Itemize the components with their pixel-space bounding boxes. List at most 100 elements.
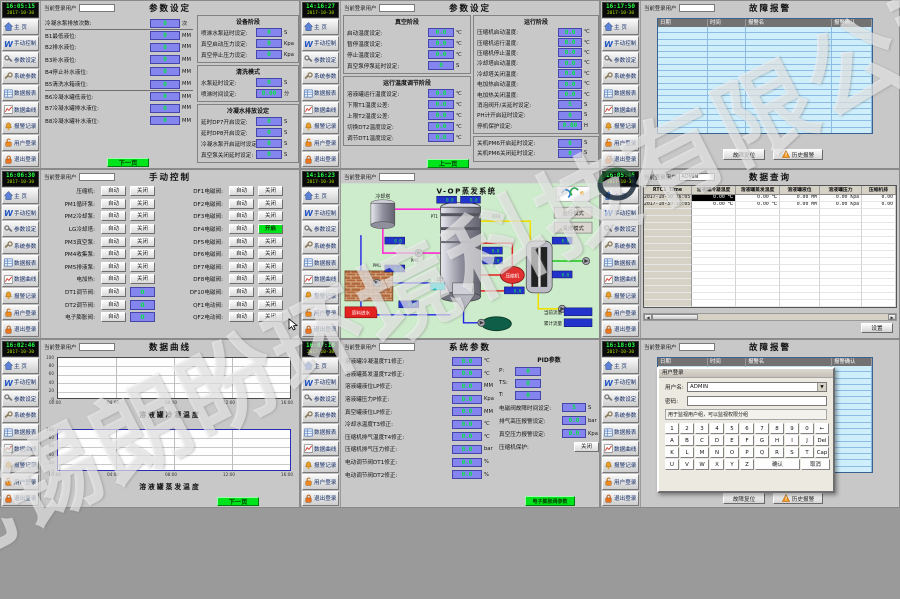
sidebar-item-param[interactable]: 参数设定 — [302, 221, 339, 237]
cancel-button[interactable]: 取消 — [801, 459, 830, 470]
value-field[interactable]: 0.0 — [428, 111, 454, 120]
value-field[interactable]: 0.0 — [428, 133, 454, 142]
sidebar-item-logout[interactable]: 退出登录 — [302, 152, 339, 168]
close-state-button[interactable]: 关闭 — [258, 237, 283, 247]
key-z[interactable]: Z — [740, 459, 754, 470]
auto-mode-button[interactable]: 自动 — [229, 274, 254, 284]
scroll-thumb[interactable] — [652, 314, 698, 320]
sidebar-item-system[interactable]: 系统参数 — [302, 408, 339, 424]
key-l[interactable]: L — [680, 447, 694, 458]
sidebar-item-logout[interactable]: 退出登录 — [602, 152, 639, 168]
sidebar-item-alarm[interactable]: 报警记录 — [2, 288, 39, 304]
sidebar-item-param[interactable]: 参数设定 — [2, 52, 39, 68]
value-field[interactable]: 5 — [562, 403, 586, 412]
value-field[interactable]: 0 — [256, 50, 282, 59]
key-t[interactable]: T — [800, 447, 814, 458]
flow-value-box[interactable]: 0.0 — [482, 257, 502, 264]
sidebar-item-alarm[interactable]: 报警记录 — [302, 457, 339, 473]
fault-reset-button[interactable]: 故障复位 — [723, 149, 765, 160]
value-field[interactable]: 0 — [558, 139, 582, 148]
key-m[interactable]: M — [695, 447, 709, 458]
sidebar-item-alarm[interactable]: 报警记录 — [602, 118, 639, 134]
horizontal-scrollbar[interactable]: ◀▶ — [643, 313, 897, 321]
value-field[interactable]: 0 — [256, 28, 282, 37]
close-state-button[interactable]: 关闭 — [258, 312, 283, 322]
value-field[interactable]: 0.0 — [428, 100, 454, 109]
open-state-button[interactable]: 开启 — [258, 224, 283, 234]
sidebar-item-home[interactable]: 主 页 — [602, 188, 639, 204]
sidebar-item-home[interactable]: 主 页 — [602, 358, 639, 374]
login-user-value[interactable] — [379, 173, 415, 181]
value-field[interactable]: 0 — [150, 31, 180, 40]
auto-mode-button[interactable]: 自动 — [101, 274, 126, 284]
value-field[interactable]: 0 — [515, 367, 541, 376]
run-mode-button[interactable]: 运行模式 — [554, 207, 592, 218]
value-field[interactable]: 0 — [150, 104, 180, 113]
sidebar-item-curve[interactable]: 数据曲线 — [2, 102, 39, 118]
sidebar-item-home[interactable]: 主 页 — [302, 19, 339, 35]
auto-mode-button[interactable]: 自动 — [229, 262, 254, 272]
sidebar-item-manual[interactable]: W手动控制 — [602, 375, 639, 391]
key-1[interactable]: 1 — [665, 423, 679, 434]
key-j[interactable]: J — [800, 435, 814, 446]
close-state-button[interactable]: 关闭 — [130, 224, 155, 234]
auto-mode-button[interactable]: 自动 — [101, 312, 126, 322]
value-field[interactable]: 0 — [150, 80, 180, 89]
sidebar-item-home[interactable]: 主 页 — [302, 188, 339, 204]
value-field[interactable]: 0.0 — [558, 38, 582, 47]
value-field[interactable]: 0 — [130, 312, 155, 322]
flow-total-value[interactable] — [564, 319, 592, 327]
value-field[interactable]: 0 — [428, 61, 454, 70]
sidebar-item-manual[interactable]: W手动控制 — [2, 375, 39, 391]
sidebar-item-logout[interactable]: 退出登录 — [602, 491, 639, 507]
auto-mode-button[interactable]: 自动 — [229, 237, 254, 247]
flow-value-box[interactable]: 0.0 — [399, 301, 419, 308]
sidebar-item-login[interactable]: 用户登录 — [302, 135, 339, 151]
value-field[interactable]: 0.0 — [558, 48, 582, 57]
scroll-left-arrow[interactable]: ◀ — [644, 314, 652, 320]
sidebar-item-home[interactable]: 主 页 — [602, 19, 639, 35]
sidebar-item-curve[interactable]: 数据曲线 — [302, 441, 339, 457]
value-field[interactable]: 0.00 — [558, 121, 582, 130]
close-state-button[interactable]: 关闭 — [130, 237, 155, 247]
sidebar-item-login[interactable]: 用户登录 — [602, 305, 639, 321]
auto-mode-button[interactable]: 自动 — [101, 199, 126, 209]
sidebar-item-report[interactable]: 数据报表 — [302, 424, 339, 440]
value-field[interactable]: 0.0 — [452, 357, 482, 366]
value-field[interactable]: 0.0 — [452, 369, 482, 378]
key-h[interactable]: H — [770, 435, 784, 446]
sidebar-item-curve[interactable]: 数据曲线 — [302, 271, 339, 287]
key-y[interactable]: Y — [725, 459, 739, 470]
close-state-button[interactable]: 关闭 — [130, 274, 155, 284]
username-dropdown[interactable]: ADMIN▼ — [687, 382, 827, 392]
value-field[interactable]: 0 — [515, 379, 541, 388]
login-user-value[interactable] — [679, 4, 715, 12]
key-cap[interactable]: Cap — [815, 447, 829, 458]
key-n[interactable]: N — [710, 447, 724, 458]
close-state-button[interactable]: 关闭 — [130, 249, 155, 259]
flow-value-box[interactable]: 0.0 — [385, 265, 405, 272]
next-page-button[interactable]: 下一页 — [217, 497, 259, 506]
key-s[interactable]: S — [785, 447, 799, 458]
sidebar-item-login[interactable]: 用户登录 — [2, 305, 39, 321]
flow-value-box[interactable]: 0.0 — [552, 237, 572, 244]
auto-mode-button[interactable]: 自动 — [229, 300, 254, 310]
key-q[interactable]: Q — [755, 447, 769, 458]
flow-value-box[interactable]: 0.0 — [461, 196, 481, 203]
sidebar-item-param[interactable]: 参数设定 — [302, 391, 339, 407]
sidebar-item-logout[interactable]: 退出登录 — [302, 491, 339, 507]
sidebar-item-report[interactable]: 数据报表 — [602, 255, 639, 271]
value-field[interactable]: 0 — [558, 111, 582, 120]
key-b[interactable]: B — [680, 435, 694, 446]
sidebar-item-alarm[interactable]: 报警记录 — [302, 288, 339, 304]
key-f[interactable]: F — [740, 435, 754, 446]
sidebar-item-alarm[interactable]: 报警记录 — [302, 118, 339, 134]
key-e[interactable]: E — [725, 435, 739, 446]
sidebar-item-param[interactable]: 参数设定 — [602, 391, 639, 407]
auto-mode-button[interactable]: 自动 — [229, 186, 254, 196]
auto-mode-button[interactable]: 自动 — [101, 237, 126, 247]
key-u[interactable]: U — [665, 459, 679, 470]
settings-button[interactable]: 设置 — [861, 323, 893, 333]
key-0[interactable]: 0 — [800, 423, 814, 434]
sidebar-item-manual[interactable]: W手动控制 — [602, 36, 639, 52]
